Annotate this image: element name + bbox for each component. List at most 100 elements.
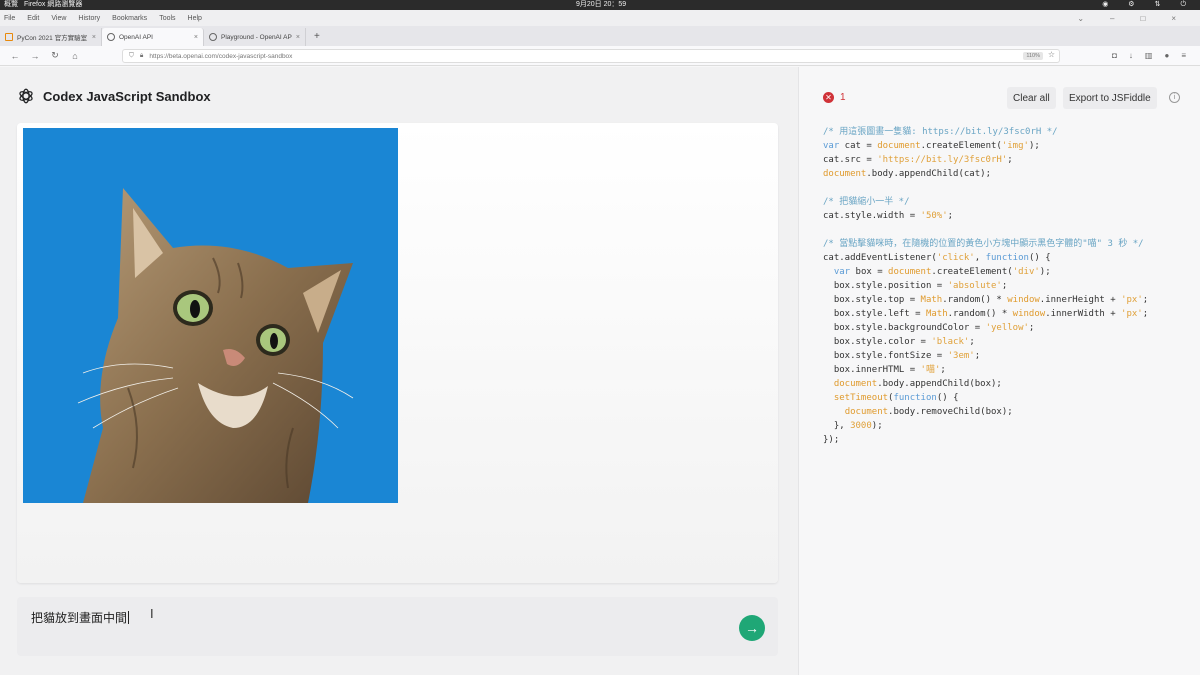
code-token: box.style.backgroundColor = <box>823 323 986 333</box>
bookmark-star-icon[interactable]: ☆ <box>1048 50 1055 59</box>
export-jsfiddle-button[interactable]: Export to JSFiddle <box>1063 87 1157 109</box>
prompt-input-field[interactable]: 把貓放到畫面中間 <box>31 609 130 626</box>
code-token: .createElement( <box>931 267 1013 277</box>
code-token: 'div' <box>1012 267 1040 277</box>
code-token: 'black' <box>931 337 970 347</box>
submit-button[interactable]: → <box>739 615 765 641</box>
menu-edit[interactable]: Edit <box>27 15 39 22</box>
zoom-indicator[interactable]: 110% <box>1023 52 1043 60</box>
tab-playground[interactable]: Playground - OpenAI API × <box>204 28 306 46</box>
code-token: window <box>1012 309 1046 319</box>
tray-power-icon[interactable]: ⏻ <box>1180 0 1186 10</box>
error-indicator[interactable]: ✕ 1 <box>823 92 846 103</box>
pycon-favicon-icon <box>5 33 13 41</box>
menu-history[interactable]: History <box>78 15 100 22</box>
back-icon[interactable]: ← <box>10 51 20 61</box>
code-token: }); <box>823 435 840 445</box>
menu-view[interactable]: View <box>51 15 66 22</box>
address-bar[interactable]: ⛉ 🔒︎ https://beta.openai.com/codex-javas… <box>122 49 1060 63</box>
code-line: box.style.left = Math.random() * window.… <box>823 307 1148 321</box>
code-token: 'https://bit.ly/3fsc0rH' <box>877 155 1008 165</box>
reload-icon[interactable]: ↻ <box>50 50 60 61</box>
code-token: box.style.color = <box>823 337 932 347</box>
code-token: .innerHeight + <box>1039 295 1122 305</box>
activities-button[interactable]: 概覽 <box>4 0 18 10</box>
code-token: box.style.position = <box>823 281 948 291</box>
close-tab-icon[interactable]: × <box>92 34 96 41</box>
code-line: cat.addEventListener('click', function()… <box>823 251 1148 265</box>
home-icon[interactable]: ⌂ <box>70 51 80 61</box>
forward-icon[interactable]: → <box>30 51 40 61</box>
code-line: setTimeout(function() { <box>823 391 1148 405</box>
code-line: box.style.position = 'absolute'; <box>823 279 1148 293</box>
library-icon[interactable]: ▥ <box>1145 51 1153 60</box>
tab-openai-api[interactable]: OpenAI API × <box>102 28 204 46</box>
code-token: () { <box>936 393 959 403</box>
code-token: .createElement( <box>920 141 1002 151</box>
generated-code: /* 用這張圖畫一隻貓: https://bit.ly/3fsc0rH */ va… <box>823 125 1148 447</box>
code-token: function <box>985 253 1029 263</box>
download-icon[interactable]: ↓ <box>1129 51 1133 60</box>
chevron-down-icon[interactable]: ⌄ <box>1077 14 1084 23</box>
code-token: /* 把貓縮小一半 */ <box>823 197 910 207</box>
menu-bookmarks[interactable]: Bookmarks <box>112 15 147 22</box>
tray-record-icon[interactable]: ◉ <box>1102 0 1108 10</box>
lock-icon[interactable]: 🔒︎ <box>140 52 143 60</box>
maximize-icon[interactable]: □ <box>1140 14 1145 23</box>
code-token: box.innerHTML = <box>823 365 921 375</box>
code-line: var box = document.createElement('div'); <box>823 265 1148 279</box>
shield-icon[interactable]: ⛉ <box>129 52 134 60</box>
code-line: cat.src = 'https://bit.ly/3fsc0rH'; <box>823 153 1148 167</box>
menu-help[interactable]: Help <box>188 15 202 22</box>
menu-file[interactable]: File <box>4 15 15 22</box>
navigation-bar: ← → ↻ ⌂ ⛉ 🔒︎ https://beta.openai.com/cod… <box>0 46 1200 66</box>
system-clock[interactable]: 9月20日 20：59 <box>576 0 626 10</box>
cat-image[interactable] <box>23 128 398 503</box>
tab-pycon[interactable]: PyCon 2021 官方實驗室 Py × <box>0 28 102 46</box>
mouse-cursor-ibeam: I <box>150 606 154 621</box>
menu-tools[interactable]: Tools <box>159 15 175 22</box>
code-token: document <box>844 407 889 417</box>
close-window-icon[interactable]: × <box>1171 14 1176 23</box>
code-token: Math <box>920 295 943 305</box>
clear-all-button[interactable]: Clear all <box>1007 87 1056 109</box>
code-token: ; <box>974 351 981 361</box>
code-token: ); <box>871 421 883 431</box>
code-token: document <box>823 169 867 179</box>
os-top-bar: 概覽 Firefox 網路瀏覽器 9月20日 20：59 ◉ ⚙ ⇅ ⏻ <box>0 0 1200 10</box>
code-token: box = <box>850 267 889 277</box>
close-tab-icon[interactable]: × <box>296 34 300 41</box>
prompt-input[interactable]: 把貓放到畫面中間 I → <box>17 597 778 656</box>
close-tab-icon[interactable]: × <box>194 34 198 41</box>
code-line: box.style.color = 'black'; <box>823 335 1148 349</box>
tab-label: PyCon 2021 官方實驗室 Py <box>17 35 88 42</box>
code-token: , <box>974 253 986 263</box>
tray-settings-icon[interactable]: ⚙ <box>1128 0 1134 10</box>
code-panel: ✕ 1 Clear all Export to JSFiddle i /* 用這… <box>798 67 1200 675</box>
pocket-icon[interactable]: ◘ <box>1112 51 1117 60</box>
app-menu-icon[interactable]: ≡ <box>1181 51 1186 60</box>
code-line: cat.style.width = '50%'; <box>823 209 1148 223</box>
code-token: var <box>833 267 851 277</box>
openai-logo-icon <box>19 88 33 104</box>
info-icon[interactable]: i <box>1169 92 1180 103</box>
code-token: .innerWidth + <box>1045 309 1122 319</box>
app-menu[interactable]: Firefox 網路瀏覽器 <box>24 0 82 10</box>
tray-network-icon[interactable]: ⇅ <box>1155 0 1161 10</box>
minimize-icon[interactable]: – <box>1110 14 1114 23</box>
code-line: var cat = document.createElement('img'); <box>823 139 1148 153</box>
toolbar-icons: ◘ ↓ ▥ ● ≡ <box>1112 51 1186 60</box>
code-token: ; <box>1142 309 1149 319</box>
code-token: document <box>877 141 921 151</box>
account-icon[interactable]: ● <box>1164 51 1169 60</box>
code-token: .random() * <box>942 295 1008 305</box>
code-token: document <box>833 379 878 389</box>
new-tab-button[interactable]: + <box>314 31 320 42</box>
code-token: window <box>1007 295 1040 305</box>
code-token: ; <box>1001 281 1008 291</box>
code-token: cat.addEventListener( <box>823 253 937 263</box>
code-line: box.style.fontSize = '3em'; <box>823 349 1148 363</box>
